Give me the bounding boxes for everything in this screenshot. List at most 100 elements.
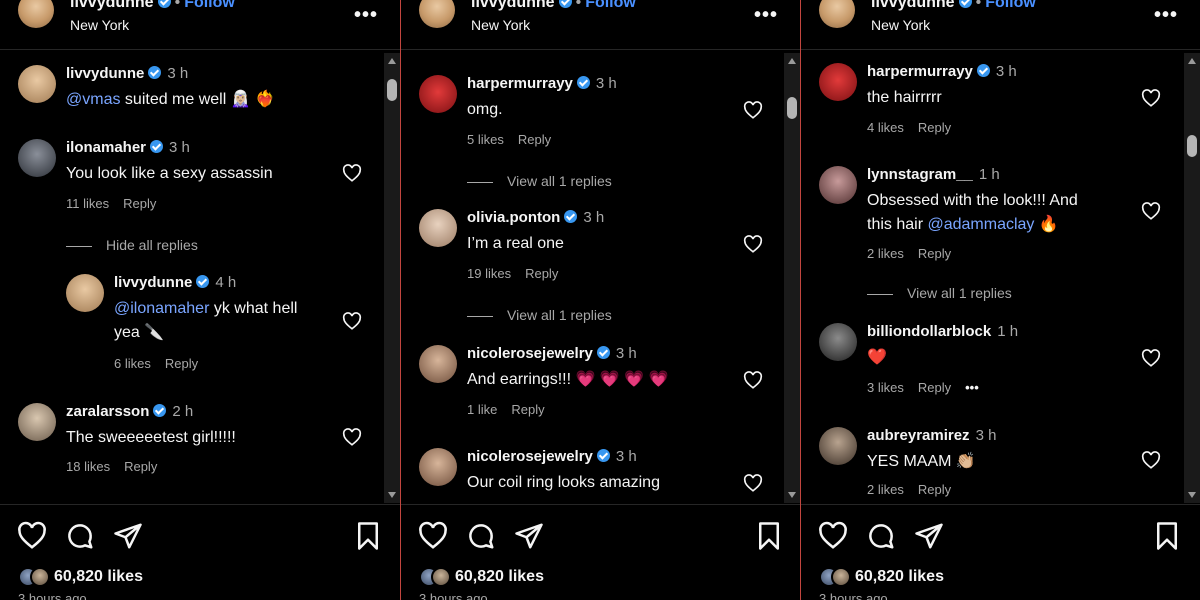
likes-summary[interactable]: 60,820 likes xyxy=(18,567,143,589)
hide-replies-toggle[interactable]: Hide all replies xyxy=(66,237,198,253)
comment-bubble-icon[interactable] xyxy=(866,521,896,551)
avatar[interactable] xyxy=(419,0,455,28)
avatar[interactable] xyxy=(819,323,857,361)
location-label[interactable]: New York xyxy=(871,17,930,33)
like-heart-icon[interactable] xyxy=(342,312,362,330)
reply-button[interactable]: Reply xyxy=(165,356,198,371)
mention-link[interactable]: @ilonamaher xyxy=(114,300,209,317)
comment-username[interactable]: nicolerosejewelry xyxy=(467,448,593,465)
view-replies-toggle[interactable]: View all 1 replies xyxy=(467,173,612,189)
reply-button[interactable]: Reply xyxy=(918,246,951,261)
avatar[interactable] xyxy=(66,274,104,312)
like-heart-icon[interactable] xyxy=(743,474,763,492)
like-heart-icon[interactable] xyxy=(1141,451,1161,469)
mention-link[interactable]: @vmas xyxy=(66,91,120,108)
like-heart-icon[interactable] xyxy=(1141,89,1161,107)
comment-likes-count[interactable]: 19 likes xyxy=(467,266,511,281)
comment-username[interactable]: lynnstagram__ xyxy=(867,166,973,183)
comment-username[interactable]: harpermurrayy xyxy=(467,75,573,92)
comment-likes-count[interactable]: 2 likes xyxy=(867,246,904,261)
bookmark-save-icon[interactable] xyxy=(353,521,383,551)
likes-count[interactable]: 60,820 likes xyxy=(455,568,544,585)
comment-username[interactable]: olivia.ponton xyxy=(467,209,560,226)
scrollbar[interactable] xyxy=(1184,53,1200,503)
comments-list[interactable]: harpermurrayy 3 h the hairrrrr 4 likes Rep… xyxy=(801,51,1200,503)
like-heart-icon[interactable] xyxy=(17,521,47,551)
scrollbar-thumb[interactable] xyxy=(787,97,797,119)
like-heart-icon[interactable] xyxy=(418,521,448,551)
avatar[interactable] xyxy=(18,65,56,103)
reply-button[interactable]: Reply xyxy=(918,482,951,497)
avatar[interactable] xyxy=(819,63,857,101)
scroll-up-arrow-icon[interactable] xyxy=(1188,58,1196,64)
likes-summary[interactable]: 60,820 likes xyxy=(419,567,544,589)
comment-likes-count[interactable]: 18 likes xyxy=(66,459,110,474)
like-heart-icon[interactable] xyxy=(342,164,362,182)
reply-button[interactable]: Reply xyxy=(124,459,157,474)
share-send-icon[interactable] xyxy=(514,521,544,551)
comment-likes-count[interactable]: 2 likes xyxy=(867,482,904,497)
like-heart-icon[interactable] xyxy=(743,235,763,253)
scroll-down-arrow-icon[interactable] xyxy=(388,492,396,498)
location-label[interactable]: New York xyxy=(70,17,129,33)
like-heart-icon[interactable] xyxy=(342,428,362,446)
comment-likes-count[interactable]: 11 likes xyxy=(66,196,109,211)
like-heart-icon[interactable] xyxy=(743,101,763,119)
header-username[interactable]: livvydunne xyxy=(871,0,955,11)
comment-username[interactable]: zaralarsson xyxy=(66,403,149,420)
comment-likes-count[interactable]: 3 likes xyxy=(867,380,904,395)
bookmark-save-icon[interactable] xyxy=(754,521,784,551)
mention-link[interactable]: @adammaclay xyxy=(927,216,1034,233)
likes-count[interactable]: 60,820 likes xyxy=(54,568,143,585)
comment-username[interactable]: livvydunne xyxy=(66,65,144,82)
comment-username[interactable]: livvydunne xyxy=(114,274,192,291)
share-send-icon[interactable] xyxy=(914,521,944,551)
reply-button[interactable]: Reply xyxy=(918,380,951,395)
bookmark-save-icon[interactable] xyxy=(1152,521,1182,551)
follow-button[interactable]: Follow xyxy=(585,0,636,11)
reply-button[interactable]: Reply xyxy=(525,266,558,281)
scrollbar-thumb[interactable] xyxy=(387,79,397,101)
follow-button[interactable]: Follow xyxy=(184,0,235,11)
follow-button[interactable]: Follow xyxy=(985,0,1036,11)
avatar[interactable] xyxy=(18,0,54,28)
avatar[interactable] xyxy=(819,0,855,28)
reply-button[interactable]: Reply xyxy=(123,196,156,211)
more-options-icon[interactable]: ••• xyxy=(754,4,778,27)
avatar[interactable] xyxy=(419,448,457,486)
avatar[interactable] xyxy=(18,403,56,441)
likes-summary[interactable]: 60,820 likes xyxy=(819,567,944,589)
comment-username[interactable]: billiondollarblock xyxy=(867,323,991,340)
like-heart-icon[interactable] xyxy=(743,371,763,389)
location-label[interactable]: New York xyxy=(471,17,530,33)
scroll-up-arrow-icon[interactable] xyxy=(788,58,796,64)
scroll-up-arrow-icon[interactable] xyxy=(388,58,396,64)
scroll-down-arrow-icon[interactable] xyxy=(788,492,796,498)
like-heart-icon[interactable] xyxy=(818,521,848,551)
comment-username[interactable]: aubreyramirez xyxy=(867,427,970,444)
scrollbar[interactable] xyxy=(784,53,800,503)
header-username[interactable]: livvydunne xyxy=(70,0,154,11)
comment-likes-count[interactable]: 1 like xyxy=(467,402,497,417)
likes-count[interactable]: 60,820 likes xyxy=(855,568,944,585)
comment-more-options-icon[interactable]: ••• xyxy=(965,380,979,395)
comment-likes-count[interactable]: 5 likes xyxy=(467,132,504,147)
comments-list[interactable]: livvydunne 3 h @vmas suited me well 🧝🏼‍♀️… xyxy=(0,51,400,503)
avatar[interactable] xyxy=(18,139,56,177)
comment-likes-count[interactable]: 6 likes xyxy=(114,356,151,371)
share-send-icon[interactable] xyxy=(113,521,143,551)
more-options-icon[interactable]: ••• xyxy=(1154,4,1178,27)
like-heart-icon[interactable] xyxy=(1141,349,1161,367)
comment-bubble-icon[interactable] xyxy=(466,521,496,551)
comment-username[interactable]: nicolerosejewelry xyxy=(467,345,593,362)
comment-bubble-icon[interactable] xyxy=(65,521,95,551)
avatar[interactable] xyxy=(419,75,457,113)
scrollbar-thumb[interactable] xyxy=(1187,135,1197,157)
reply-button[interactable]: Reply xyxy=(511,402,544,417)
reply-button[interactable]: Reply xyxy=(918,120,951,135)
scrollbar[interactable] xyxy=(384,53,400,503)
scroll-down-arrow-icon[interactable] xyxy=(1188,492,1196,498)
view-replies-toggle[interactable]: View all 1 replies xyxy=(867,285,1012,301)
comments-list[interactable]: harpermurrayy 3 h omg. 5 likes Reply View … xyxy=(401,51,800,503)
header-username[interactable]: livvydunne xyxy=(471,0,555,11)
